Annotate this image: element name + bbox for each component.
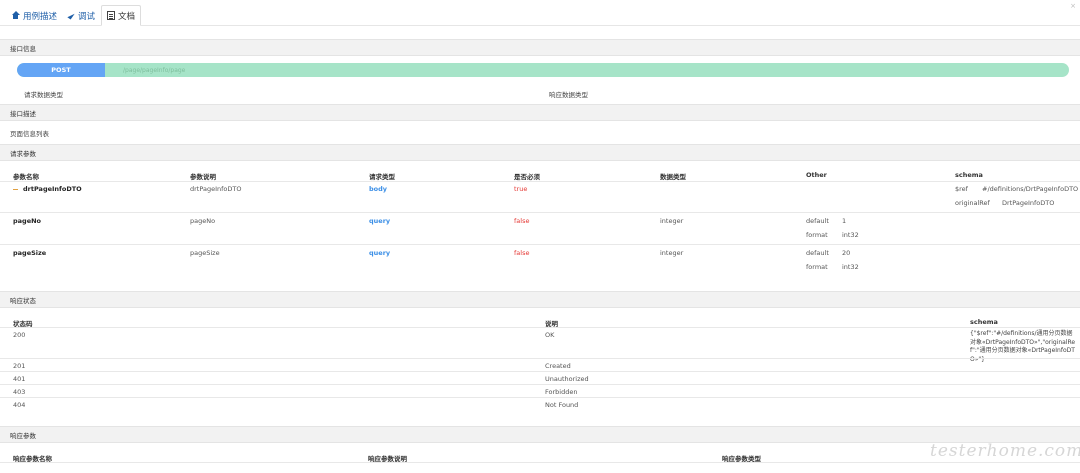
other-key: default bbox=[806, 249, 829, 257]
other-key: default bbox=[806, 217, 829, 225]
tab-label: 用例描述 bbox=[23, 11, 58, 22]
param-required-cell: false bbox=[514, 249, 530, 257]
home-icon bbox=[11, 11, 20, 20]
param-type-cell: integer bbox=[660, 217, 684, 225]
document-icon bbox=[107, 11, 115, 20]
schema-value: #/definitions/DrtPageInfoDTO bbox=[982, 185, 1079, 193]
endpoint-path: /page/pageInfo/page bbox=[123, 66, 186, 74]
status-desc-cell: Created bbox=[545, 362, 571, 370]
column-header: 请求类型 bbox=[369, 173, 395, 181]
send-icon bbox=[67, 11, 75, 20]
status-code-cell: 404 bbox=[13, 401, 26, 409]
column-header: 参数名称 bbox=[13, 173, 39, 181]
param-required-cell: false bbox=[514, 217, 530, 225]
column-header: 参数说明 bbox=[190, 173, 216, 181]
tab-case-description[interactable]: 用例描述 bbox=[6, 5, 62, 26]
tab-bar: 用例描述 调试 文档 × bbox=[0, 0, 1080, 26]
status-desc-cell: Forbidden bbox=[545, 388, 578, 396]
section-header-interface-desc: 接口描述 bbox=[0, 104, 1080, 121]
watermark: testerhome.com bbox=[930, 441, 1080, 461]
param-desc-cell: drtPageInfoDTO bbox=[190, 185, 242, 193]
tab-label: 调试 bbox=[78, 11, 96, 22]
param-name-cell: pageNo bbox=[13, 217, 42, 225]
section-header-request-params: 请求参数 bbox=[0, 144, 1080, 161]
other-value: 20 bbox=[842, 249, 851, 257]
other-key: format bbox=[806, 263, 828, 271]
tab-documentation[interactable]: 文档 bbox=[101, 5, 142, 26]
method-badge: POST bbox=[17, 63, 105, 77]
schema-value: DrtPageInfoDTO bbox=[1002, 199, 1055, 207]
column-header: 数据类型 bbox=[660, 173, 686, 181]
status-desc-cell: Not Found bbox=[545, 401, 579, 409]
other-value: int32 bbox=[842, 263, 859, 271]
section-header-interface-info: 接口信息 bbox=[0, 39, 1080, 56]
tab-debug[interactable]: 调试 bbox=[64, 5, 100, 26]
param-desc-cell: pageNo bbox=[190, 217, 216, 225]
param-type-cell: integer bbox=[660, 249, 684, 257]
param-in-cell: query bbox=[369, 249, 391, 257]
section-header-response-status: 响应状态 bbox=[0, 291, 1080, 308]
request-type-label: 请求数据类型 bbox=[24, 91, 63, 99]
column-header: Other bbox=[806, 171, 827, 179]
status-desc-cell: Unauthorized bbox=[545, 375, 589, 383]
schema-key: originalRef bbox=[955, 199, 990, 207]
response-type-label: 响应数据类型 bbox=[549, 91, 588, 99]
param-in-cell: query bbox=[369, 217, 391, 225]
status-code-cell: 200 bbox=[13, 331, 26, 339]
param-name-cell[interactable]: drtPageInfoDTO bbox=[13, 185, 82, 193]
other-value: 1 bbox=[842, 217, 847, 225]
param-required-cell: true bbox=[514, 185, 528, 193]
column-header: schema bbox=[970, 318, 998, 326]
close-icon[interactable]: × bbox=[1070, 2, 1076, 10]
status-desc-cell: OK bbox=[545, 331, 555, 339]
other-key: format bbox=[806, 231, 828, 239]
param-name-cell: pageSize bbox=[13, 249, 47, 257]
status-code-cell: 401 bbox=[13, 375, 26, 383]
column-header: 是否必须 bbox=[514, 173, 540, 181]
param-in-cell: body bbox=[369, 185, 388, 193]
tab-label: 文档 bbox=[118, 11, 136, 22]
param-desc-cell: pageSize bbox=[190, 249, 220, 257]
section-header-response-params: 响应参数 bbox=[0, 426, 1080, 443]
status-code-cell: 403 bbox=[13, 388, 26, 396]
status-code-cell: 201 bbox=[13, 362, 26, 370]
interface-desc-text: 页面信息列表 bbox=[10, 130, 49, 138]
expand-icon[interactable] bbox=[13, 188, 18, 190]
schema-key: $ref bbox=[955, 185, 968, 193]
column-header: schema bbox=[955, 171, 983, 179]
other-value: int32 bbox=[842, 231, 859, 239]
endpoint-bar[interactable]: POST /page/pageInfo/page bbox=[17, 63, 1069, 77]
